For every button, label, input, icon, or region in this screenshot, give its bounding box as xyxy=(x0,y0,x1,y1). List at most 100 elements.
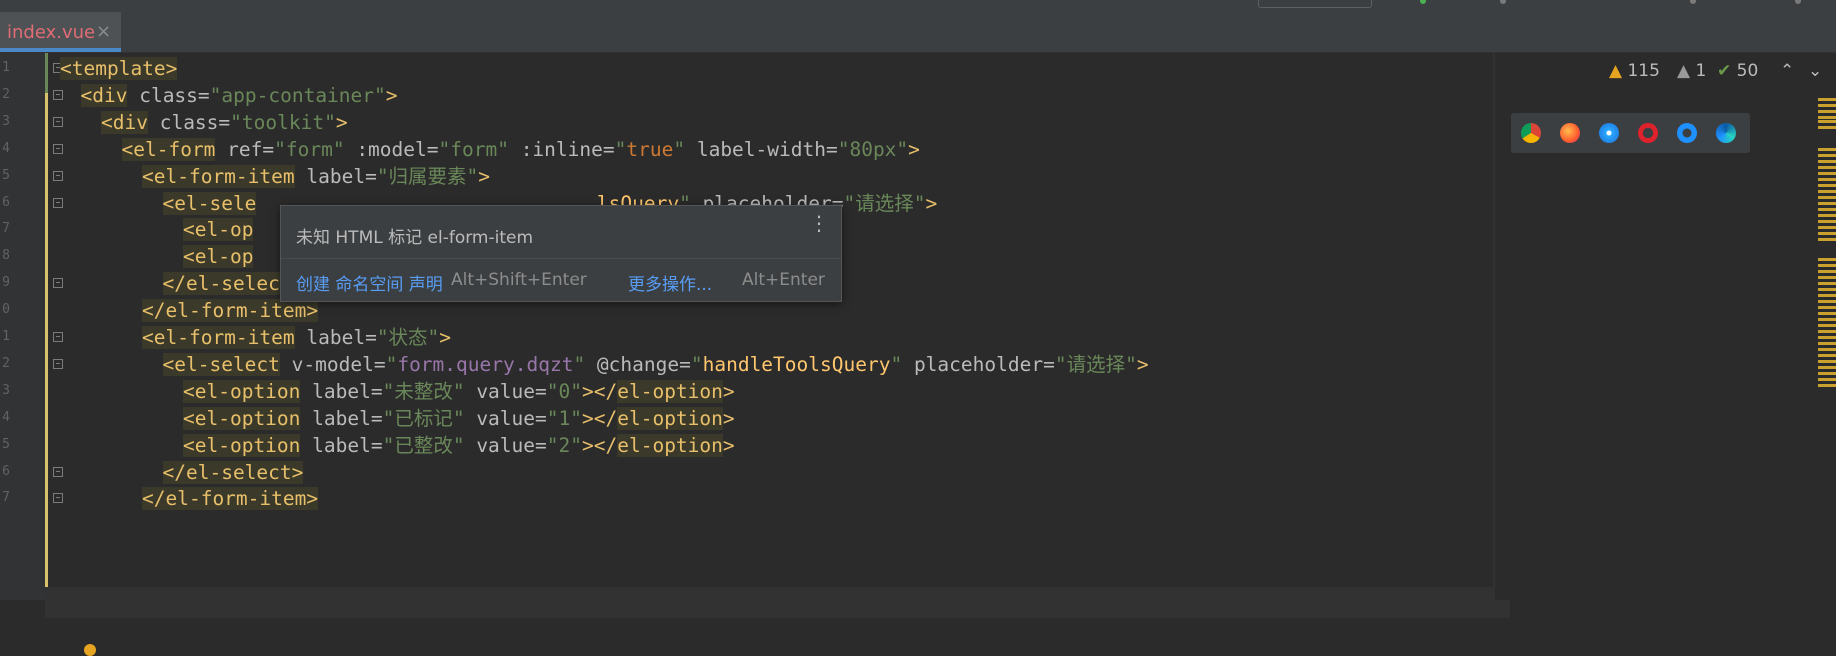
warning-marker[interactable] xyxy=(1818,276,1836,279)
inspection-popup: 未知 HTML 标记 el-form-item ⋮ 创建 命名空间 声明 Alt… xyxy=(280,205,842,302)
fold-toggle-icon[interactable] xyxy=(53,143,63,154)
code-token: <el-form-item xyxy=(142,164,295,188)
scrollbar-marker-strip[interactable] xyxy=(1818,98,1836,388)
warning-marker[interactable] xyxy=(1818,342,1836,345)
warning-marker[interactable] xyxy=(1818,348,1836,351)
code-token: "已整改" xyxy=(382,433,465,457)
warning-marker[interactable] xyxy=(1818,154,1836,157)
code-token: "form" xyxy=(274,137,345,161)
warning-marker[interactable] xyxy=(1818,324,1836,327)
code-token: > xyxy=(385,83,398,107)
warning-marker[interactable] xyxy=(1818,208,1836,211)
code-token: <el-option xyxy=(183,406,301,430)
warning-marker[interactable] xyxy=(1818,148,1836,151)
warning-marker[interactable] xyxy=(1818,330,1836,333)
code-token: " xyxy=(690,352,703,376)
warning-marker[interactable] xyxy=(1818,98,1836,101)
warning-marker[interactable] xyxy=(1818,270,1836,273)
toolbar-icon[interactable] xyxy=(1690,0,1696,4)
code-token: <el-op xyxy=(183,218,254,242)
intention-bulb-icon[interactable] xyxy=(84,644,96,656)
warning-marker[interactable] xyxy=(1818,312,1836,315)
fold-toggle-icon[interactable] xyxy=(53,332,63,342)
code-token: " xyxy=(890,352,903,376)
warning-marker[interactable] xyxy=(1818,264,1836,267)
code-token: handleToolsQuery xyxy=(702,352,891,376)
safari-icon[interactable] xyxy=(1599,123,1619,143)
vcs-change-marker xyxy=(45,53,48,93)
chevron-down-icon[interactable]: ⌄ xyxy=(1808,61,1822,81)
code-editor[interactable]: 1 <template> 2 <div class="app-container"> 3… xyxy=(0,53,1510,656)
fold-toggle-icon[interactable] xyxy=(53,116,63,127)
warning-marker[interactable] xyxy=(1818,104,1836,107)
warning-marker[interactable] xyxy=(1818,190,1836,193)
warning-marker[interactable] xyxy=(1818,372,1836,375)
warning-marker[interactable] xyxy=(1818,220,1836,223)
firefox-icon[interactable] xyxy=(1560,123,1580,143)
warning-marker[interactable] xyxy=(1818,172,1836,175)
weak-warning-count[interactable]: ▲ 1 xyxy=(1677,61,1706,81)
code-token: > xyxy=(478,164,491,188)
warning-marker[interactable] xyxy=(1818,258,1836,261)
edge-icon[interactable] xyxy=(1716,123,1736,143)
warning-marker[interactable] xyxy=(1818,178,1836,181)
warning-marker[interactable] xyxy=(1818,110,1836,113)
fold-toggle-icon[interactable] xyxy=(53,358,63,369)
chrome-icon[interactable] xyxy=(1521,123,1541,143)
tab-index-vue[interactable]: index.vue × xyxy=(0,12,121,52)
warning-marker[interactable] xyxy=(1818,238,1836,241)
warning-marker[interactable] xyxy=(1818,378,1836,381)
code-token: <div xyxy=(80,83,128,107)
fold-toggle-icon[interactable] xyxy=(53,278,63,289)
fold-toggle-icon[interactable] xyxy=(53,89,63,100)
code-token: > xyxy=(722,406,735,430)
kebab-menu-icon[interactable]: ⋮ xyxy=(809,213,829,233)
warning-marker[interactable] xyxy=(1818,294,1836,297)
warning-marker[interactable] xyxy=(1818,126,1836,129)
warning-marker[interactable] xyxy=(1818,318,1836,321)
warning-marker[interactable] xyxy=(1818,202,1836,205)
warning-marker[interactable] xyxy=(1818,306,1836,309)
ok-count[interactable]: ✔ 50 xyxy=(1717,61,1758,81)
warning-marker[interactable] xyxy=(1818,116,1836,119)
warning-marker[interactable] xyxy=(1818,166,1836,169)
warning-marker[interactable] xyxy=(1818,282,1836,285)
warning-marker[interactable] xyxy=(1818,288,1836,291)
toolbar-icon[interactable] xyxy=(1500,0,1506,4)
warning-marker[interactable] xyxy=(1818,232,1836,235)
warning-marker[interactable] xyxy=(1818,120,1836,123)
warning-marker[interactable] xyxy=(1818,366,1836,369)
check-icon: ✔ xyxy=(1717,61,1732,81)
warning-marker[interactable] xyxy=(1818,160,1836,163)
fold-toggle-icon[interactable] xyxy=(53,493,63,504)
warning-marker[interactable] xyxy=(1818,360,1836,363)
warning-marker[interactable] xyxy=(1818,336,1836,339)
tab-label: index.vue xyxy=(7,22,96,43)
code-token: "请选择" xyxy=(843,191,926,215)
close-icon[interactable]: × xyxy=(96,21,111,42)
warning-marker[interactable] xyxy=(1818,184,1836,187)
fold-toggle-icon[interactable] xyxy=(53,170,63,181)
ie-icon[interactable] xyxy=(1677,123,1697,143)
more-actions-link[interactable]: 更多操作... xyxy=(628,270,712,295)
code-token: el-option xyxy=(617,433,723,457)
toolbar-icon[interactable] xyxy=(1795,0,1801,4)
code-token: label= xyxy=(294,164,377,188)
warning-marker[interactable] xyxy=(1818,226,1836,229)
create-namespace-declaration-link[interactable]: 创建 命名空间 声明 xyxy=(296,270,443,295)
code-line[interactable]: </el-form-item> xyxy=(142,483,319,514)
warning-marker[interactable] xyxy=(1818,354,1836,357)
code-token: :inline= xyxy=(508,137,615,161)
opera-icon[interactable] xyxy=(1638,123,1658,143)
chevron-up-icon[interactable]: ⌃ xyxy=(1780,61,1794,81)
warning-marker[interactable] xyxy=(1818,196,1836,199)
code-token: label= xyxy=(300,433,383,457)
fold-toggle-icon[interactable] xyxy=(53,197,63,208)
warning-marker[interactable] xyxy=(1818,214,1836,217)
code-token: > xyxy=(439,326,452,349)
fold-toggle-icon[interactable] xyxy=(53,466,63,477)
warning-count[interactable]: ▲ 115 xyxy=(1609,61,1660,81)
warning-marker[interactable] xyxy=(1818,300,1836,303)
warning-marker[interactable] xyxy=(1818,384,1836,387)
run-config-selector[interactable] xyxy=(1258,0,1372,8)
